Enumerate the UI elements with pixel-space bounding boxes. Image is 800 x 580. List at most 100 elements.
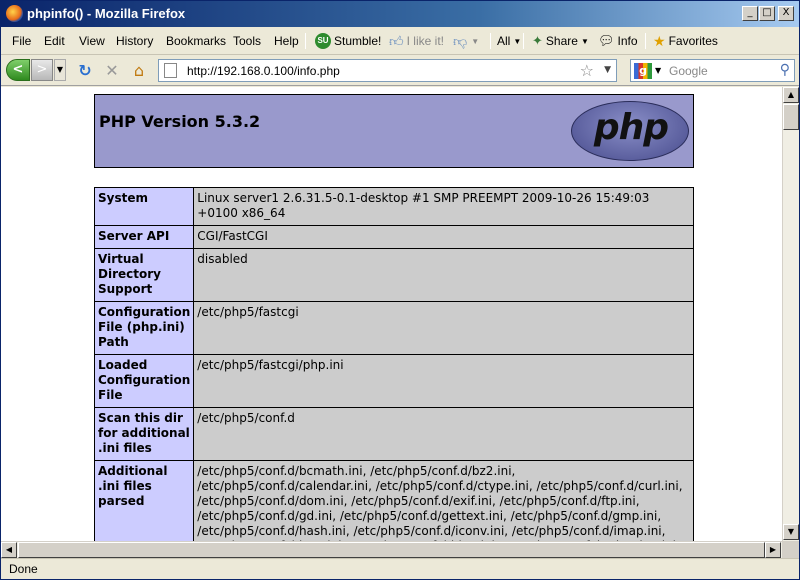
info-row: System Linux server1 2.6.31.5-0.1-desktop… xyxy=(93,187,694,226)
info-key: Configuration File (php.ini) Path xyxy=(93,301,195,355)
share-button[interactable]: ✦ Share ▼ xyxy=(532,31,589,51)
thumbs-down-icon: 👎︎ xyxy=(453,32,468,49)
back-button[interactable]: < xyxy=(6,59,30,81)
info-key: Server API xyxy=(93,225,195,249)
scroll-up-button[interactable]: ▲ xyxy=(783,87,799,103)
page-icon xyxy=(164,63,177,78)
favorites-label: Favorites xyxy=(668,34,718,48)
stumbleupon-icon: SU xyxy=(315,33,331,49)
info-value: /etc/php5/conf.d/bcmath.ini, /etc/php5/c… xyxy=(193,460,694,541)
separator xyxy=(490,33,491,49)
scroll-right-button[interactable]: ▶ xyxy=(765,542,781,558)
chevron-down-icon: ▼ xyxy=(513,36,522,46)
url-text: http://192.168.0.100/info.php xyxy=(187,64,340,78)
info-row: Virtual Directory Support disabled xyxy=(93,248,694,302)
info-label: Info xyxy=(617,34,638,48)
close-button[interactable]: X xyxy=(778,6,794,21)
home-button[interactable]: ⌂ xyxy=(128,60,150,82)
info-value: /etc/php5/fastcgi xyxy=(193,301,694,355)
info-row: Server API CGI/FastCGI xyxy=(93,225,694,249)
info-key: System xyxy=(93,187,195,226)
forward-arrow-icon: > xyxy=(36,62,48,77)
url-bar[interactable]: http://192.168.0.100/info.php ☆ ▼ xyxy=(158,59,617,82)
chevron-down-icon[interactable]: ▼ xyxy=(604,65,611,75)
php-logo-text: php xyxy=(593,107,669,148)
thumbs-up-icon: 👍︎ xyxy=(389,32,404,49)
ilike-button[interactable]: 👍︎ I like it! xyxy=(389,31,444,51)
menu-tools[interactable]: Tools xyxy=(233,34,261,48)
menu-help[interactable]: Help xyxy=(274,34,299,48)
minimize-button[interactable]: _ xyxy=(742,6,758,21)
thumbs-down-button[interactable]: 👎︎ ▼ xyxy=(453,31,479,51)
info-value: Linux server1 2.6.31.5-0.1-desktop #1 SM… xyxy=(193,187,694,226)
chevron-down-icon: ▼ xyxy=(471,36,480,46)
home-icon: ⌂ xyxy=(133,61,145,80)
scroll-down-button[interactable]: ▼ xyxy=(783,524,799,540)
php-logo[interactable]: php xyxy=(571,101,689,161)
info-row: Additional .ini files parsed/etc/php5/co… xyxy=(93,460,694,541)
search-icon[interactable]: ⚲ xyxy=(780,62,790,78)
history-dropdown-button[interactable]: ▼ xyxy=(54,59,66,81)
info-value: /etc/php5/conf.d xyxy=(193,407,694,461)
stop-button[interactable]: ✕ xyxy=(101,60,123,82)
menu-history[interactable]: History xyxy=(116,34,153,48)
star-icon: ★ xyxy=(653,32,666,49)
firefox-icon xyxy=(6,5,23,22)
title-bar: phpinfo() - Mozilla Firefox _ □ X xyxy=(1,1,799,27)
php-version-title: PHP Version 5.3.2 xyxy=(99,112,261,131)
chevron-down-icon: ▼ xyxy=(580,36,589,46)
info-key: Additional .ini files parsed xyxy=(93,460,195,541)
search-placeholder: Google xyxy=(669,64,708,78)
page-content: PHP Version 5.3.2 php System Linux server… xyxy=(1,87,782,541)
ilike-label: I like it! xyxy=(406,34,444,48)
scroll-left-button[interactable]: ◀ xyxy=(1,542,17,558)
back-arrow-icon: < xyxy=(12,62,24,77)
horizontal-scroll-thumb[interactable] xyxy=(18,542,765,558)
window-title: phpinfo() - Mozilla Firefox xyxy=(27,6,186,21)
stumble-button[interactable]: SU Stumble! xyxy=(315,31,381,51)
maximize-button[interactable]: □ xyxy=(759,6,775,21)
vertical-scrollbar[interactable]: ▲ ▼ xyxy=(782,87,799,541)
google-icon[interactable]: g xyxy=(634,63,652,79)
info-row: Scan this dir for additional .ini files /… xyxy=(93,407,694,461)
stop-icon: ✕ xyxy=(105,61,119,80)
info-key: Loaded Configuration File xyxy=(93,354,195,408)
browser-window: phpinfo() - Mozilla Firefox _ □ X File E… xyxy=(0,0,800,580)
status-bar: Done xyxy=(1,558,799,579)
favorites-button[interactable]: ★ Favorites xyxy=(653,31,718,51)
separator xyxy=(523,33,524,49)
all-button[interactable]: All ▼ xyxy=(497,31,521,51)
menu-view[interactable]: View xyxy=(79,34,105,48)
separator xyxy=(645,33,646,49)
chevron-down-icon: ▼ xyxy=(56,65,64,74)
php-header: PHP Version 5.3.2 php xyxy=(94,94,694,168)
info-value: /etc/php5/fastcgi/php.ini xyxy=(193,354,694,408)
navigation-bar: < > ▼ ↻ ✕ ⌂ http://192.168.0.100/info.ph… xyxy=(1,56,799,86)
info-row: Configuration File (php.ini) Path/etc/ph… xyxy=(93,301,694,355)
horizontal-scrollbar[interactable]: ◀ ▶ xyxy=(1,541,782,558)
chevron-down-icon[interactable]: ▼ xyxy=(655,66,661,75)
bookmark-star-icon[interactable]: ☆ xyxy=(580,61,594,80)
reload-icon: ↻ xyxy=(78,61,92,80)
search-box[interactable]: g ▼ Google ⚲ xyxy=(630,59,795,82)
menu-bar: File Edit View History Bookmarks Tools H… xyxy=(1,27,799,55)
info-value: CGI/FastCGI xyxy=(193,225,694,249)
status-text: Done xyxy=(9,562,38,576)
reload-button[interactable]: ↻ xyxy=(74,60,96,82)
forward-button[interactable]: > xyxy=(31,59,53,81)
php-info-table: System Linux server1 2.6.31.5-0.1-desktop… xyxy=(93,187,694,541)
share-icon: ✦ xyxy=(532,33,543,48)
info-key: Scan this dir for additional .ini files xyxy=(93,407,195,461)
vertical-scroll-thumb[interactable] xyxy=(783,104,799,130)
scrollbar-corner xyxy=(782,541,799,558)
separator xyxy=(305,33,306,49)
info-button[interactable]: 💬︎ Info xyxy=(598,31,638,51)
menu-file[interactable]: File xyxy=(12,34,31,48)
menu-edit[interactable]: Edit xyxy=(44,34,65,48)
share-label: Share xyxy=(545,34,578,48)
menu-bookmarks[interactable]: Bookmarks xyxy=(166,34,226,48)
stumble-label: Stumble! xyxy=(334,34,382,48)
info-value: disabled xyxy=(193,248,694,302)
speech-bubble-icon: 💬︎ xyxy=(598,33,615,48)
info-row: Loaded Configuration File/etc/php5/fastc… xyxy=(93,354,694,408)
